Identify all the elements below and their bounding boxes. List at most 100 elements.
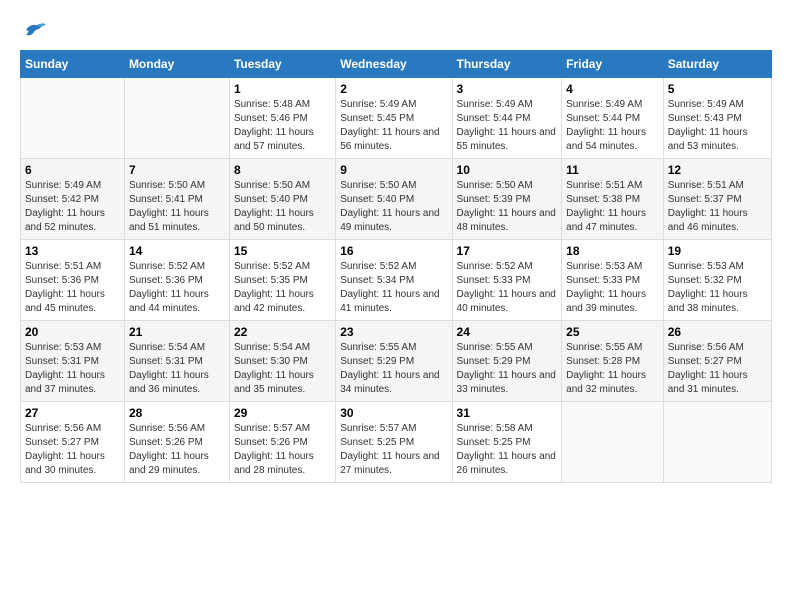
calendar-cell: 20 Sunrise: 5:53 AMSunset: 5:31 PMDayligh… bbox=[21, 321, 125, 402]
calendar-cell: 1 Sunrise: 5:48 AMSunset: 5:46 PMDaylight… bbox=[229, 78, 335, 159]
calendar-cell bbox=[124, 78, 229, 159]
day-header-sunday: Sunday bbox=[21, 51, 125, 78]
day-number: 15 bbox=[234, 244, 331, 258]
day-number: 26 bbox=[668, 325, 767, 339]
day-info: Sunrise: 5:51 AMSunset: 5:38 PMDaylight:… bbox=[566, 179, 659, 235]
day-info: Sunrise: 5:50 AMSunset: 5:40 PMDaylight:… bbox=[234, 179, 331, 235]
calendar-cell: 23 Sunrise: 5:55 AMSunset: 5:29 PMDayligh… bbox=[336, 321, 452, 402]
calendar-cell: 22 Sunrise: 5:54 AMSunset: 5:30 PMDayligh… bbox=[229, 321, 335, 402]
day-info: Sunrise: 5:53 AMSunset: 5:32 PMDaylight:… bbox=[668, 260, 767, 316]
day-info: Sunrise: 5:57 AMSunset: 5:25 PMDaylight:… bbox=[340, 422, 447, 478]
day-number: 17 bbox=[457, 244, 558, 258]
calendar-cell: 4Sunrise: 5:49 AMSunset: 5:44 PMDaylight… bbox=[562, 78, 664, 159]
week-row-3: 13Sunrise: 5:51 AMSunset: 5:36 PMDayligh… bbox=[21, 240, 772, 321]
day-info: Sunrise: 5:55 AMSunset: 5:29 PMDaylight:… bbox=[457, 341, 558, 397]
calendar-cell: 12 Sunrise: 5:51 AMSunset: 5:37 PMDayligh… bbox=[663, 159, 771, 240]
day-number: 18 bbox=[566, 244, 659, 258]
calendar-cell bbox=[562, 402, 664, 483]
day-number: 22 bbox=[234, 325, 331, 339]
calendar-cell bbox=[663, 402, 771, 483]
day-info: Sunrise: 5:54 AMSunset: 5:31 PMDaylight:… bbox=[129, 341, 225, 397]
calendar-cell: 10 Sunrise: 5:50 AMSunset: 5:39 PMDayligh… bbox=[452, 159, 562, 240]
day-info: Sunrise: 5:49 AMSunset: 5:44 PMDaylight:… bbox=[457, 98, 558, 154]
day-header-monday: Monday bbox=[124, 51, 229, 78]
day-info: Sunrise: 5:50 AMSunset: 5:41 PMDaylight:… bbox=[129, 179, 225, 235]
calendar-cell: 27 Sunrise: 5:56 AMSunset: 5:27 PMDayligh… bbox=[21, 402, 125, 483]
day-info: Sunrise: 5:50 AMSunset: 5:40 PMDaylight:… bbox=[340, 179, 447, 235]
calendar-cell: 18Sunrise: 5:53 AMSunset: 5:33 PMDayligh… bbox=[562, 240, 664, 321]
day-number: 21 bbox=[129, 325, 225, 339]
day-number: 29 bbox=[234, 406, 331, 420]
day-info: Sunrise: 5:48 AMSunset: 5:46 PMDaylight:… bbox=[234, 98, 331, 154]
day-header-saturday: Saturday bbox=[663, 51, 771, 78]
calendar-cell: 28 Sunrise: 5:56 AMSunset: 5:26 PMDayligh… bbox=[124, 402, 229, 483]
day-info: Sunrise: 5:52 AMSunset: 5:36 PMDaylight:… bbox=[129, 260, 225, 316]
day-number: 19 bbox=[668, 244, 767, 258]
day-info: Sunrise: 5:51 AMSunset: 5:37 PMDaylight:… bbox=[668, 179, 767, 235]
day-info: Sunrise: 5:53 AMSunset: 5:31 PMDaylight:… bbox=[25, 341, 120, 397]
day-info: Sunrise: 5:56 AMSunset: 5:26 PMDaylight:… bbox=[129, 422, 225, 478]
week-row-4: 20 Sunrise: 5:53 AMSunset: 5:31 PMDayligh… bbox=[21, 321, 772, 402]
day-number: 27 bbox=[25, 406, 120, 420]
day-info: Sunrise: 5:49 AMSunset: 5:45 PMDaylight:… bbox=[340, 98, 447, 154]
day-info: Sunrise: 5:55 AMSunset: 5:29 PMDaylight:… bbox=[340, 341, 447, 397]
day-number: 1 bbox=[234, 82, 331, 96]
day-number: 11 bbox=[566, 163, 659, 177]
calendar-cell: 5 Sunrise: 5:49 AMSunset: 5:43 PMDaylight… bbox=[663, 78, 771, 159]
day-info: Sunrise: 5:50 AMSunset: 5:39 PMDaylight:… bbox=[457, 179, 558, 235]
day-number: 23 bbox=[340, 325, 447, 339]
calendar-cell: 21 Sunrise: 5:54 AMSunset: 5:31 PMDayligh… bbox=[124, 321, 229, 402]
calendar-cell: 16 Sunrise: 5:52 AMSunset: 5:34 PMDayligh… bbox=[336, 240, 452, 321]
day-info: Sunrise: 5:56 AMSunset: 5:27 PMDaylight:… bbox=[25, 422, 120, 478]
calendar-cell: 13Sunrise: 5:51 AMSunset: 5:36 PMDayligh… bbox=[21, 240, 125, 321]
day-number: 5 bbox=[668, 82, 767, 96]
day-info: Sunrise: 5:49 AMSunset: 5:44 PMDaylight:… bbox=[566, 98, 659, 154]
day-info: Sunrise: 5:52 AMSunset: 5:34 PMDaylight:… bbox=[340, 260, 447, 316]
day-info: Sunrise: 5:57 AMSunset: 5:26 PMDaylight:… bbox=[234, 422, 331, 478]
day-header-tuesday: Tuesday bbox=[229, 51, 335, 78]
calendar-cell: 7Sunrise: 5:50 AMSunset: 5:41 PMDaylight… bbox=[124, 159, 229, 240]
day-number: 14 bbox=[129, 244, 225, 258]
calendar-cell: 9 Sunrise: 5:50 AMSunset: 5:40 PMDaylight… bbox=[336, 159, 452, 240]
day-number: 12 bbox=[668, 163, 767, 177]
day-info: Sunrise: 5:51 AMSunset: 5:36 PMDaylight:… bbox=[25, 260, 120, 316]
day-info: Sunrise: 5:54 AMSunset: 5:30 PMDaylight:… bbox=[234, 341, 331, 397]
calendar-cell: 30 Sunrise: 5:57 AMSunset: 5:25 PMDayligh… bbox=[336, 402, 452, 483]
day-info: Sunrise: 5:52 AMSunset: 5:33 PMDaylight:… bbox=[457, 260, 558, 316]
day-header-friday: Friday bbox=[562, 51, 664, 78]
day-info: Sunrise: 5:55 AMSunset: 5:28 PMDaylight:… bbox=[566, 341, 659, 397]
calendar-cell: 6Sunrise: 5:49 AMSunset: 5:42 PMDaylight… bbox=[21, 159, 125, 240]
day-number: 8 bbox=[234, 163, 331, 177]
logo bbox=[20, 20, 46, 40]
day-info: Sunrise: 5:56 AMSunset: 5:27 PMDaylight:… bbox=[668, 341, 767, 397]
day-number: 6 bbox=[25, 163, 120, 177]
day-header-thursday: Thursday bbox=[452, 51, 562, 78]
calendar-cell: 24Sunrise: 5:55 AMSunset: 5:29 PMDayligh… bbox=[452, 321, 562, 402]
calendar-cell bbox=[21, 78, 125, 159]
day-number: 2 bbox=[340, 82, 447, 96]
calendar-cell: 2 Sunrise: 5:49 AMSunset: 5:45 PMDaylight… bbox=[336, 78, 452, 159]
calendar-cell: 15Sunrise: 5:52 AMSunset: 5:35 PMDayligh… bbox=[229, 240, 335, 321]
day-number: 28 bbox=[129, 406, 225, 420]
day-info: Sunrise: 5:58 AMSunset: 5:25 PMDaylight:… bbox=[457, 422, 558, 478]
calendar-header-row: SundayMondayTuesdayWednesdayThursdayFrid… bbox=[21, 51, 772, 78]
calendar-cell: 19 Sunrise: 5:53 AMSunset: 5:32 PMDayligh… bbox=[663, 240, 771, 321]
calendar-cell: 8 Sunrise: 5:50 AMSunset: 5:40 PMDaylight… bbox=[229, 159, 335, 240]
week-row-2: 6Sunrise: 5:49 AMSunset: 5:42 PMDaylight… bbox=[21, 159, 772, 240]
day-number: 31 bbox=[457, 406, 558, 420]
day-info: Sunrise: 5:49 AMSunset: 5:43 PMDaylight:… bbox=[668, 98, 767, 154]
day-number: 16 bbox=[340, 244, 447, 258]
calendar-cell: 14 Sunrise: 5:52 AMSunset: 5:36 PMDayligh… bbox=[124, 240, 229, 321]
calendar-cell: 31 Sunrise: 5:58 AMSunset: 5:25 PMDayligh… bbox=[452, 402, 562, 483]
calendar-cell: 11 Sunrise: 5:51 AMSunset: 5:38 PMDayligh… bbox=[562, 159, 664, 240]
day-number: 30 bbox=[340, 406, 447, 420]
day-number: 20 bbox=[25, 325, 120, 339]
calendar-table: SundayMondayTuesdayWednesdayThursdayFrid… bbox=[20, 50, 772, 483]
calendar-cell: 3Sunrise: 5:49 AMSunset: 5:44 PMDaylight… bbox=[452, 78, 562, 159]
day-header-wednesday: Wednesday bbox=[336, 51, 452, 78]
day-number: 10 bbox=[457, 163, 558, 177]
calendar-cell: 26 Sunrise: 5:56 AMSunset: 5:27 PMDayligh… bbox=[663, 321, 771, 402]
day-number: 9 bbox=[340, 163, 447, 177]
week-row-5: 27 Sunrise: 5:56 AMSunset: 5:27 PMDayligh… bbox=[21, 402, 772, 483]
page-header bbox=[20, 20, 772, 40]
